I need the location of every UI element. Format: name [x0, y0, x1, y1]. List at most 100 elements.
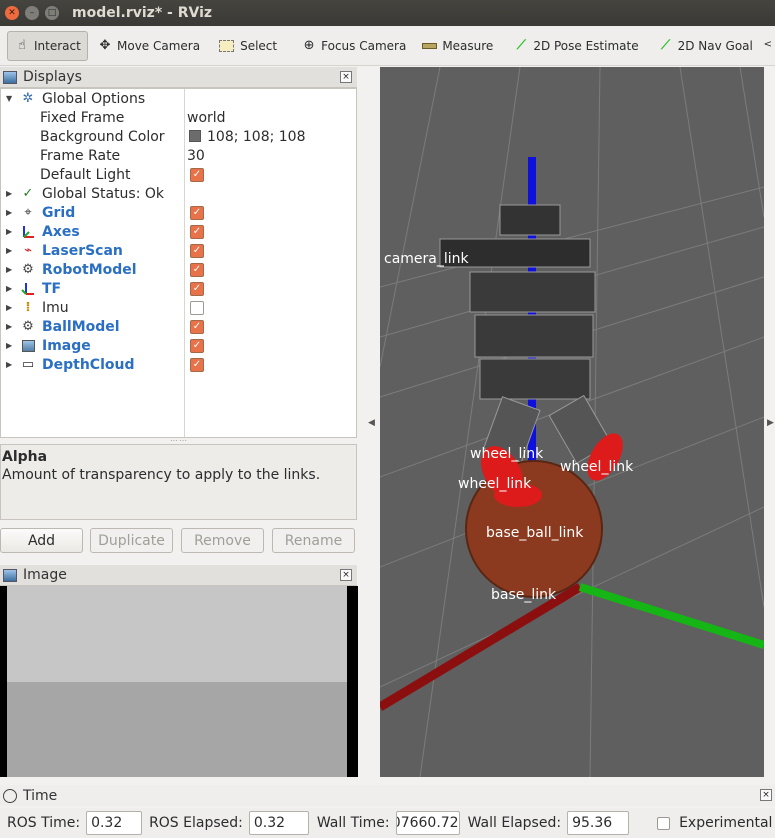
3d-viewport[interactable]: camera_link wheel_link wheel_link wheel_… — [380, 67, 764, 777]
ros-elapsed-field[interactable]: 0.32 — [248, 811, 309, 835]
time-close-icon[interactable]: × — [760, 789, 772, 801]
3d-scene[interactable]: camera_link wheel_link wheel_link wheel_… — [380, 67, 764, 777]
select-tool-button[interactable]: Select — [214, 31, 282, 61]
tree-row-axes[interactable]: ▶ Axes ✓ — [1, 222, 358, 241]
focus-camera-tool-label: Focus Camera — [321, 38, 407, 53]
tree-row-frame-rate[interactable]: Frame Rate 30 — [1, 146, 358, 165]
clock-icon — [3, 788, 17, 803]
expand-arrow-icon[interactable]: ▶ — [6, 246, 16, 255]
laserscan-checkbox[interactable]: ✓ — [190, 243, 204, 258]
expand-arrow-icon[interactable]: ▶ — [6, 322, 16, 331]
expand-arrow-icon[interactable]: ▶ — [6, 341, 16, 350]
image-icon — [20, 338, 36, 354]
measure-tool-label: Measure — [442, 38, 494, 53]
splitter-right-arrow-icon[interactable]: ▶ — [767, 418, 774, 428]
experimental-checkbox[interactable] — [657, 816, 671, 830]
ros-time-field[interactable]: 0.32 — [86, 811, 143, 835]
grid-label: Grid — [42, 204, 76, 221]
expand-arrow-icon[interactable]: ▶ — [6, 360, 16, 369]
wall-time-field[interactable]: 07660.72 — [395, 811, 460, 835]
grid-checkbox[interactable]: ✓ — [190, 205, 204, 220]
expand-arrow-icon[interactable]: ▶ — [6, 284, 16, 293]
displays-monitor-icon — [3, 70, 17, 84]
tree-row-depthcloud[interactable]: ▶ ▭ DepthCloud ✓ — [1, 355, 358, 374]
select-box-icon — [219, 39, 235, 52]
splitter-left-arrow-icon[interactable]: ◀ — [368, 418, 375, 428]
grid-icon: ⌖ — [24, 205, 32, 220]
image-checkbox[interactable]: ✓ — [190, 338, 204, 353]
time-panel: ROS Time: 0.32 ROS Elapsed: 0.32 Wall Ti… — [0, 808, 775, 838]
tree-row-global-options[interactable]: ▼ ✲ Global Options — [1, 89, 358, 108]
tree-row-imu[interactable]: ▶ ⁞ Imu — [1, 298, 358, 317]
tree-row-ballmodel[interactable]: ▶ ⚙ BallModel ✓ — [1, 317, 358, 336]
tree-row-image[interactable]: ▶ Image ✓ — [1, 336, 358, 355]
measure-tool-button[interactable]: Measure — [417, 31, 498, 61]
description-body: Amount of transparency to apply to the l… — [2, 467, 321, 483]
collapse-arrow-icon[interactable]: ▼ — [6, 94, 16, 103]
duplicate-button[interactable]: Duplicate — [90, 528, 173, 553]
global-status-label: Global Status: Ok — [42, 185, 165, 202]
move-camera-icon: ✥ — [99, 38, 111, 53]
time-panel-header: Time × — [0, 785, 775, 806]
add-button[interactable]: Add — [0, 528, 83, 553]
toolbar-overflow-icon[interactable]: < — [764, 39, 772, 50]
tf-checkbox[interactable]: ✓ — [190, 281, 204, 296]
background-color-value[interactable]: 108; 108; 108 — [189, 129, 306, 145]
robot-icon: ⚙ — [22, 262, 34, 277]
frame-rate-value[interactable]: 30 — [187, 148, 205, 164]
default-light-checkbox[interactable]: ✓ — [190, 167, 204, 182]
nav-goal-tool-button[interactable]: ⟋ 2D Nav Goal — [652, 31, 758, 61]
axes-checkbox[interactable]: ✓ — [190, 224, 204, 239]
depthcloud-label: DepthCloud — [42, 356, 135, 373]
image-close-icon[interactable]: × — [340, 569, 352, 581]
default-light-label: Default Light — [40, 166, 131, 183]
remove-button[interactable]: Remove — [181, 528, 264, 553]
tree-row-laserscan[interactable]: ▶ ⌁ LaserScan ✓ — [1, 241, 358, 260]
tree-row-grid[interactable]: ▶ ⌖ Grid ✓ — [1, 203, 358, 222]
expand-arrow-icon[interactable]: ▶ — [6, 208, 16, 217]
expand-arrow-icon[interactable]: ▶ — [6, 303, 16, 312]
window-close-button[interactable]: ✕ — [5, 6, 19, 20]
expand-arrow-icon[interactable]: ▶ — [6, 265, 16, 274]
rename-button[interactable]: Rename — [272, 528, 355, 553]
fixed-frame-label: Fixed Frame — [40, 109, 125, 126]
wheel-link-right-label: wheel_link — [560, 459, 634, 475]
tree-row-robotmodel[interactable]: ▶ ⚙ RobotModel ✓ — [1, 260, 358, 279]
expand-arrow-icon[interactable]: ▶ — [6, 227, 16, 236]
camera-image-upper — [7, 586, 347, 682]
background-color-label: Background Color — [40, 128, 165, 145]
robotmodel-checkbox[interactable]: ✓ — [190, 262, 204, 277]
robotmodel-label: RobotModel — [42, 261, 137, 278]
window-minimize-button[interactable]: – — [25, 6, 39, 20]
interact-tool-button[interactable]: ☝ Interact — [7, 30, 88, 61]
fixed-frame-value[interactable]: world — [187, 110, 226, 126]
y-axis — [578, 583, 764, 649]
displays-close-icon[interactable]: × — [340, 71, 352, 83]
tree-row-fixed-frame[interactable]: Fixed Frame world — [1, 108, 358, 127]
wheel-link-lower-label: wheel_link — [458, 476, 532, 492]
depthcloud-checkbox[interactable]: ✓ — [190, 357, 204, 372]
color-swatch — [189, 129, 201, 142]
window-maximize-button[interactable]: □ — [45, 6, 59, 20]
ballmodel-checkbox[interactable]: ✓ — [190, 319, 204, 334]
displays-panel-header: Displays × — [0, 67, 357, 88]
tree-row-global-status[interactable]: ▶ ✓ Global Status: Ok — [1, 184, 358, 203]
image-panel-title: Image — [23, 567, 67, 583]
property-description: Alpha Amount of transparency to apply to… — [0, 444, 357, 520]
displays-tree: ▼ ✲ Global Options Fixed Frame world Bac… — [0, 88, 357, 438]
depth-camera-icon: ▭ — [21, 357, 35, 372]
tree-row-tf[interactable]: ▶ TF ✓ — [1, 279, 358, 298]
tree-row-background-color[interactable]: Background Color 108; 108; 108 — [1, 127, 358, 146]
imu-checkbox[interactable] — [190, 300, 204, 315]
interact-tool-label: Interact — [34, 38, 81, 53]
expand-arrow-icon[interactable]: ▶ — [6, 189, 16, 198]
tree-row-default-light[interactable]: Default Light ✓ — [1, 165, 358, 184]
move-camera-tool-button[interactable]: ✥ Move Camera — [91, 31, 205, 61]
focus-camera-tool-button[interactable]: ⊕ Focus Camera — [295, 31, 411, 61]
wall-elapsed-field[interactable]: 95.36 — [567, 811, 630, 835]
pose-estimate-tool-button[interactable]: ⟋ 2D Pose Estimate — [507, 31, 643, 61]
frame-rate-label: Frame Rate — [40, 147, 121, 164]
camera-image-lower — [7, 682, 347, 777]
display-buttons: Add Duplicate Remove Rename — [0, 528, 357, 554]
imu-icon: ⁞ — [25, 300, 31, 315]
